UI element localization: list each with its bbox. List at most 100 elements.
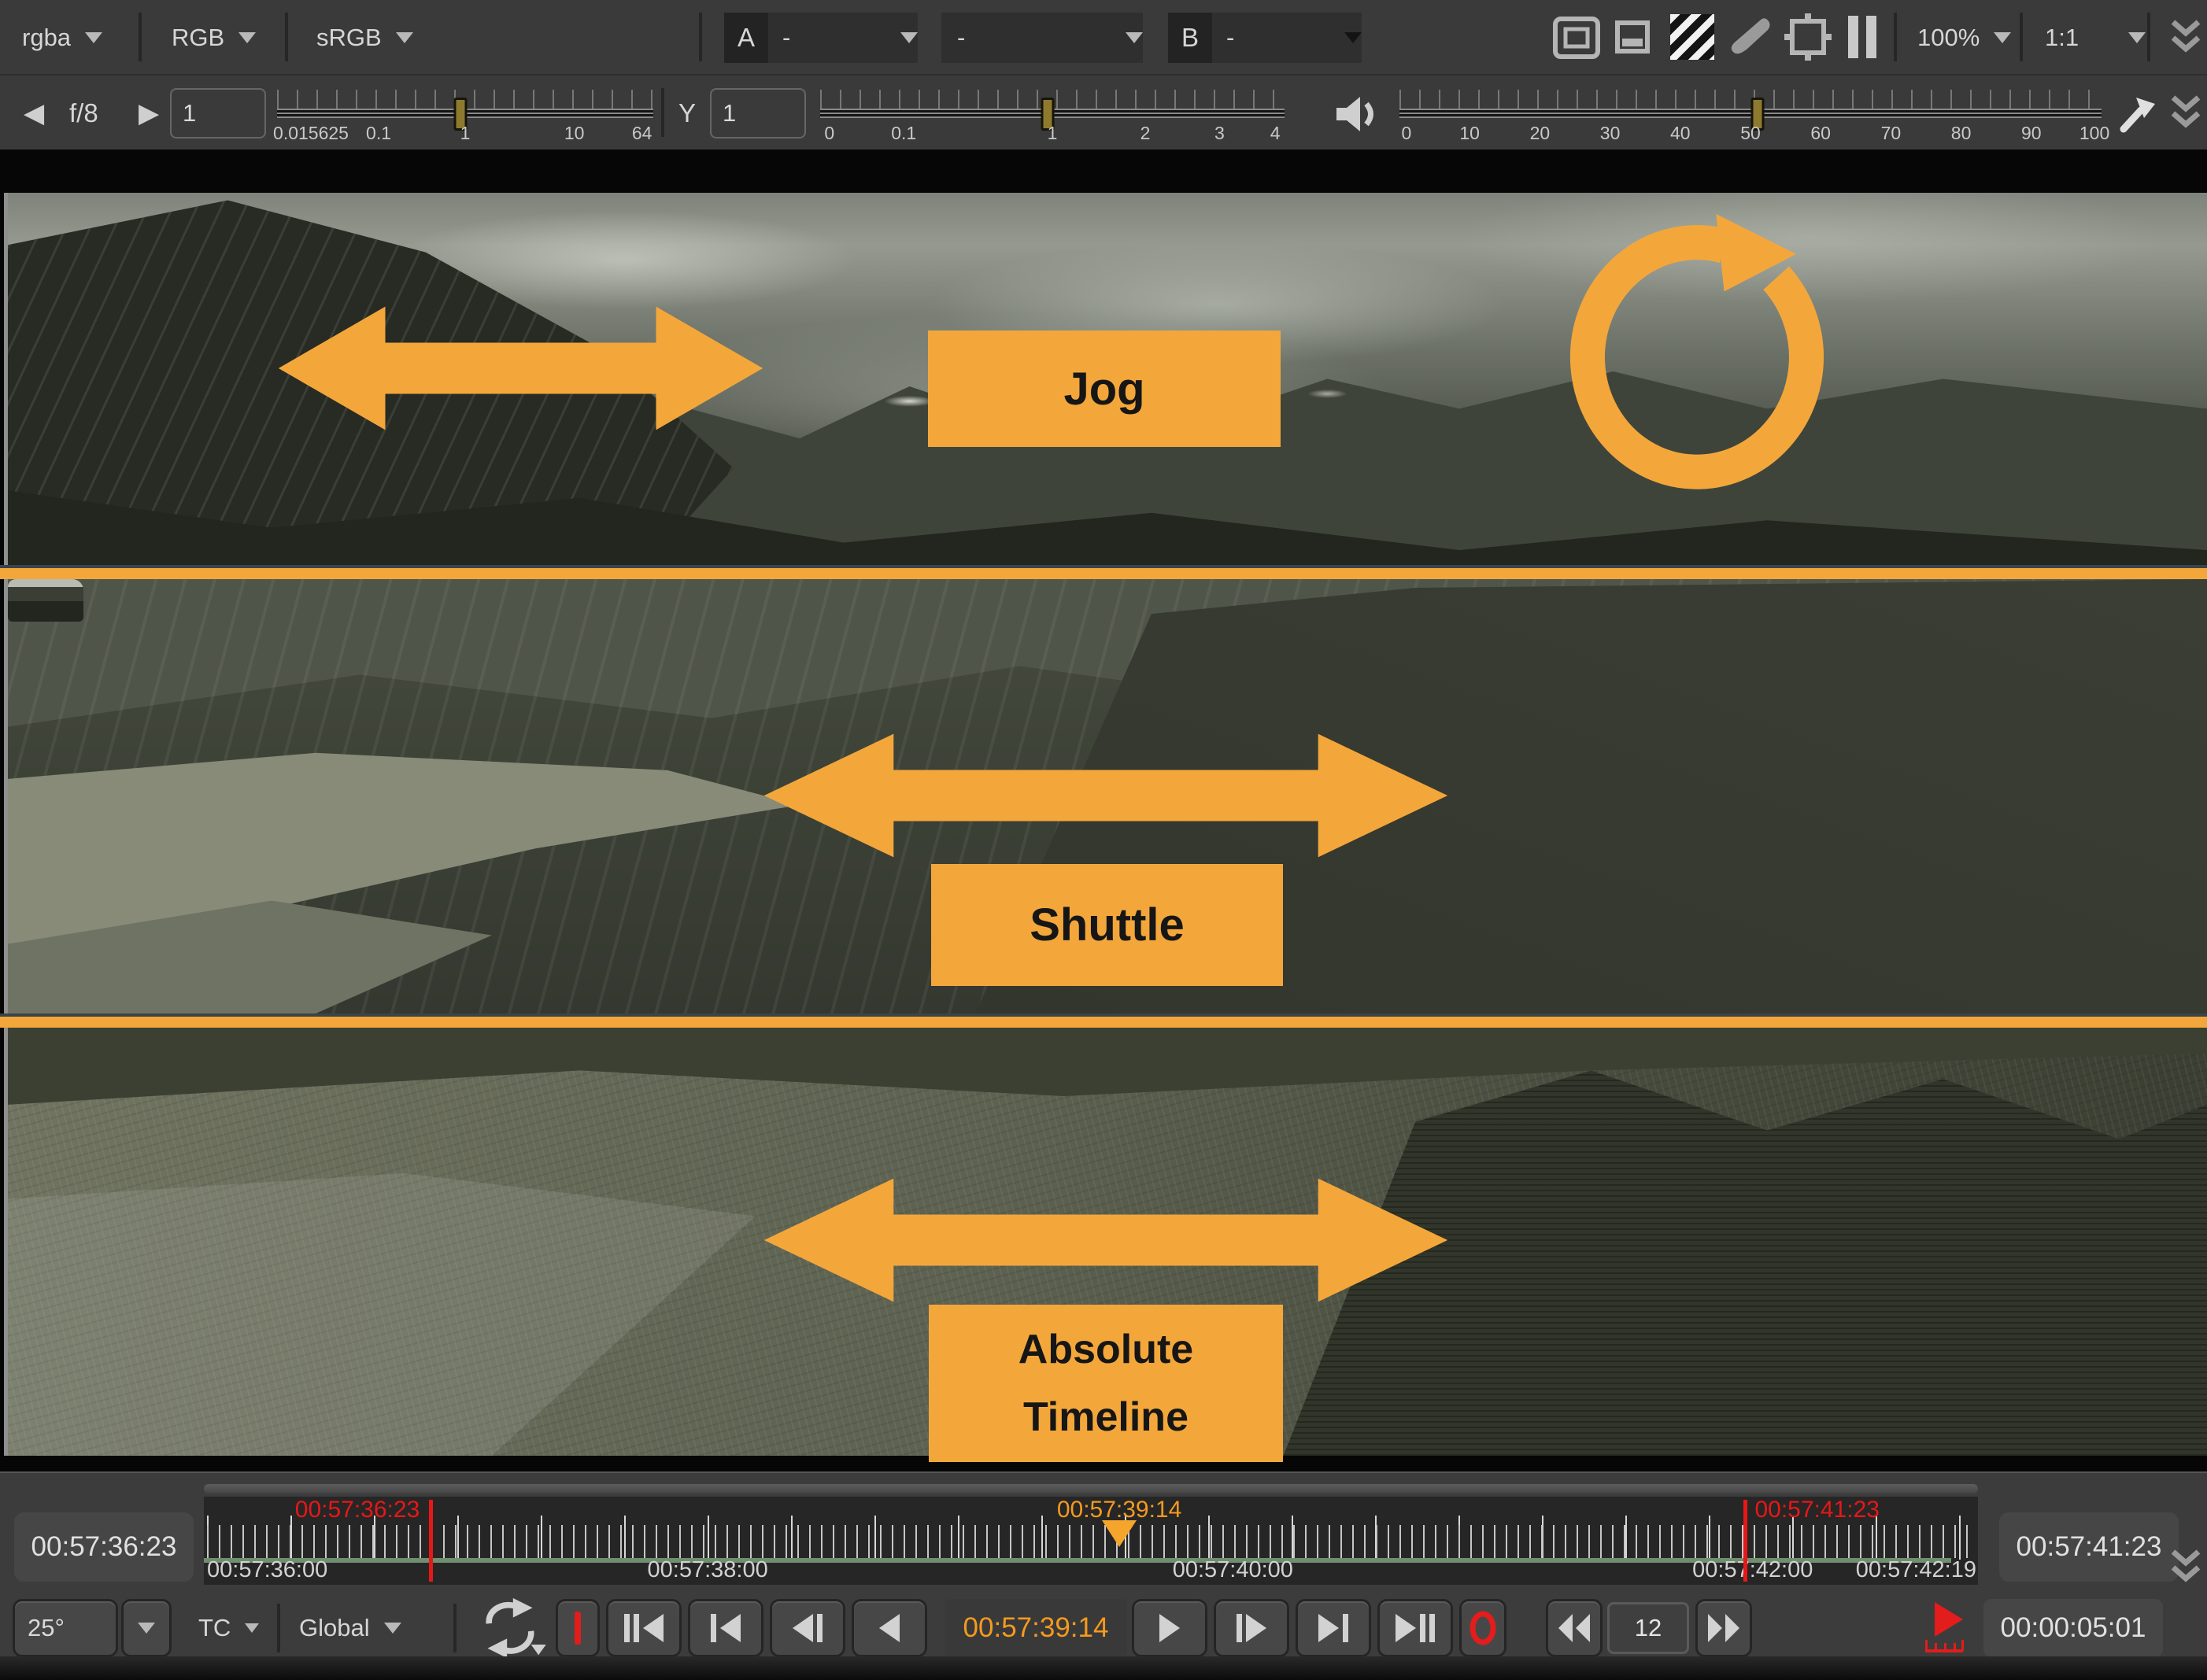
chevron-down-icon [238, 32, 256, 43]
band-divider-line [0, 565, 2207, 579]
volume-tick-label: 0 [1402, 123, 1412, 144]
pixel-aspect-value: 1:1 [2045, 24, 2079, 52]
collapse-chevrons-icon[interactable] [2169, 19, 2202, 57]
gamma-tick-label: 0 [824, 123, 834, 144]
gamma-label: Y [678, 77, 696, 150]
gamma-slider[interactable]: 0 0.1 1 2 3 4 [820, 88, 1285, 150]
pause-split-icon[interactable] [1845, 14, 1880, 60]
wipe-pattern-icon[interactable] [1670, 14, 1714, 60]
input-a-tag: A [724, 13, 768, 63]
viewer-canvas[interactable]: Jog Shuttle Absolute Timeline [0, 150, 2207, 1471]
volume-tick-label: 70 [1881, 123, 1902, 144]
divider [139, 13, 142, 61]
step-forward-button[interactable] [1214, 1599, 1289, 1657]
gamma-tick-label: 3 [1214, 123, 1225, 144]
jog-label: Jog [928, 330, 1281, 447]
set-out-button[interactable] [1459, 1599, 1506, 1657]
gamma-tick-label: 0.1 [891, 123, 916, 144]
prev-keyframe-button[interactable] [606, 1599, 682, 1657]
collapse-chevrons-icon[interactable] [2169, 1549, 2202, 1586]
input-a-dropdown[interactable]: A - [724, 13, 918, 63]
play-forward-button[interactable] [1132, 1599, 1207, 1657]
timeline-scroll-strip[interactable] [204, 1484, 1978, 1494]
divider [453, 1604, 457, 1652]
volume-tick-label: 90 [2021, 123, 2042, 144]
playhead-flag-icon [1924, 1601, 1969, 1657]
gamma-input[interactable] [710, 88, 806, 138]
collapse-chevrons-icon[interactable] [2169, 94, 2202, 132]
pointer-arrow-icon[interactable] [2119, 96, 2157, 134]
car-silhouette [8, 579, 83, 622]
out-marker-label: 00:57:41:23 [1754, 1497, 1879, 1523]
in-marker-label: 00:57:36:23 [295, 1497, 420, 1523]
next-keyframe-button[interactable] [1377, 1599, 1453, 1657]
current-timecode-display: 00:57:39:14 [945, 1599, 1127, 1657]
set-in-button[interactable] [556, 1599, 600, 1657]
display-gamut-dropdown[interactable]: RGB [172, 0, 256, 76]
ruler-label: 00:57:40:00 [1173, 1557, 1293, 1583]
display-gamut-value: RGB [172, 24, 224, 52]
pixel-aspect-dropdown[interactable]: 1:1 [2045, 0, 2146, 76]
divider [1894, 13, 1897, 61]
divider [699, 13, 702, 61]
fps-dropdown[interactable] [121, 1599, 172, 1657]
volume-tick-label: 10 [1459, 123, 1480, 144]
proxy-toggle-icon[interactable] [1615, 20, 1650, 54]
chevron-down-icon [900, 32, 918, 43]
range-mode-dropdown[interactable]: Global [299, 1599, 401, 1657]
fstop-increase-icon[interactable]: ▶ [139, 77, 159, 150]
channels-dropdown[interactable]: rgba [22, 0, 102, 76]
transport-bar: 25° TC Global [0, 1599, 2207, 1657]
goto-end-button[interactable] [1296, 1599, 1371, 1657]
divider [2147, 13, 2150, 61]
gamma-tick-label: 2 [1140, 123, 1151, 144]
timecode-mode-dropdown[interactable]: TC [198, 1599, 259, 1657]
gain-slider[interactable]: 0.015625 0.1 1 10 64 [277, 88, 653, 150]
volume-slider[interactable]: 0 10 20 30 40 50 60 70 80 90 100 [1399, 88, 2102, 150]
playhead-label: 00:57:39:14 [1057, 1497, 1181, 1523]
viewer-colorspace-dropdown[interactable]: sRGB [316, 0, 413, 76]
timeline-in-marker[interactable] [429, 1500, 433, 1582]
gain-input[interactable] [170, 88, 266, 138]
gain-tick-label: 0.1 [366, 123, 391, 144]
chevron-down-icon [2128, 32, 2146, 43]
frame-increment-field[interactable] [1607, 1602, 1689, 1654]
skip-back-button[interactable] [1546, 1599, 1603, 1657]
shuttle-arrow-icon [756, 728, 1456, 863]
timeline-ruler[interactable]: 00:57:36:00 00:57:38:00 00:57:40:00 00:5… [204, 1497, 1978, 1585]
chevron-down-icon [1126, 32, 1143, 43]
chevron-down-icon [1994, 32, 2011, 43]
play-backward-button[interactable] [852, 1599, 927, 1657]
skip-forward-button[interactable] [1695, 1599, 1752, 1657]
chevron-down-icon [85, 32, 102, 43]
input-a-value: - [782, 24, 886, 52]
blend-mode-dropdown[interactable]: - [941, 13, 1143, 63]
volume-tick-label: 40 [1670, 123, 1691, 144]
chevron-down-icon [138, 1623, 155, 1634]
input-b-tag: B [1168, 13, 1212, 63]
paintbrush-icon[interactable] [1727, 14, 1773, 60]
timeline-playhead[interactable] [1102, 1520, 1137, 1547]
divider [277, 1604, 280, 1652]
crop-gate-icon[interactable] [1784, 13, 1832, 61]
timeline-out-marker[interactable] [1743, 1500, 1747, 1582]
fps-field[interactable]: 25° [13, 1599, 118, 1657]
speaker-icon[interactable] [1335, 94, 1381, 134]
loop-mode-button[interactable] [474, 1599, 546, 1657]
ruler-label: 00:57:36:00 [207, 1557, 327, 1583]
chevron-down-icon [245, 1623, 259, 1633]
gain-tick-label: 1 [460, 123, 471, 144]
divider [285, 13, 288, 61]
fstop-decrease-icon[interactable]: ◀ [24, 77, 44, 150]
absolute-timeline-arrow-icon [756, 1172, 1456, 1308]
chevron-down-icon [396, 32, 413, 43]
divider [2020, 13, 2023, 61]
input-b-dropdown[interactable]: B - [1168, 13, 1362, 63]
zoom-level-dropdown[interactable]: 100% [1917, 0, 2011, 76]
monitor-frame-icon[interactable] [1552, 14, 1601, 61]
input-b-value: - [1226, 24, 1330, 52]
volume-tick-label: 100 [2079, 123, 2109, 144]
step-back-button[interactable] [770, 1599, 845, 1657]
goto-start-button[interactable] [688, 1599, 763, 1657]
playback-panel: 00:57:36:23 00:57:36:00 00:57:38:00 00:5… [0, 1471, 2207, 1680]
